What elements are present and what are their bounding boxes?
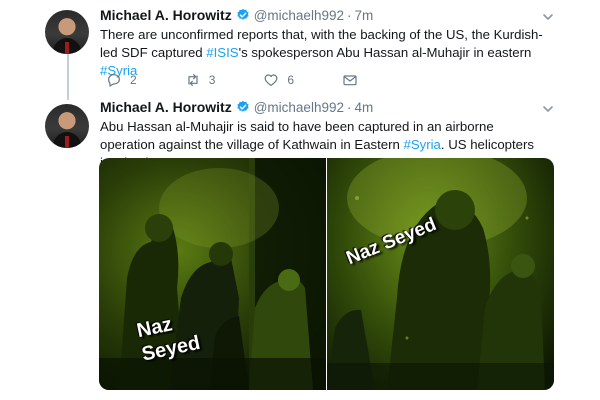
header-separator: ·	[346, 7, 352, 23]
reply-icon	[108, 74, 120, 87]
tweet-media-grid: Naz Seyed Naz Seyed	[99, 158, 554, 390]
night-vision-scene-left	[99, 158, 326, 390]
hashtag-link[interactable]: #ISIS	[206, 45, 238, 60]
like-button[interactable]: 6	[263, 72, 294, 88]
night-vision-scene-right	[327, 158, 554, 390]
like-count: 6	[287, 73, 295, 87]
verified-badge-icon	[237, 100, 249, 112]
tweet-1[interactable]: Michael A. Horowitz @michaelh992 · 7m Th…	[0, 0, 600, 100]
reply-button[interactable]: 2	[106, 72, 137, 88]
chevron-down-icon[interactable]	[542, 103, 554, 115]
header-separator: ·	[346, 99, 352, 115]
envelope-icon	[343, 75, 357, 86]
author-handle[interactable]: @michaelh992	[254, 8, 344, 23]
retweet-button[interactable]: 3	[185, 72, 216, 88]
avatar-tie	[65, 42, 69, 54]
avatar-tie	[65, 136, 69, 148]
tweet-2[interactable]: Michael A. Horowitz @michaelh992 · 4m Ab…	[0, 98, 600, 400]
night-vision-photo-right[interactable]: Naz Seyed	[327, 158, 554, 390]
tweet-header: Michael A. Horowitz @michaelh992 · 4m	[100, 98, 373, 116]
direct-message-button[interactable]	[342, 72, 358, 88]
hashtag-link[interactable]: #Syria	[404, 137, 441, 152]
retweet-count: 3	[208, 73, 216, 87]
tweet-text-segment: 's spokesperson Abu Hassan al-Muhajir in…	[238, 45, 532, 60]
heart-icon	[264, 74, 278, 86]
tweet-actions: 2 3 6	[106, 72, 406, 88]
author-handle[interactable]: @michaelh992	[254, 100, 344, 115]
tweet-timestamp[interactable]: 7m	[354, 8, 373, 23]
retweet-icon	[188, 74, 198, 86]
author-avatar[interactable]	[45, 10, 89, 54]
tweet-header: Michael A. Horowitz @michaelh992 · 7m	[100, 6, 373, 24]
author-name[interactable]: Michael A. Horowitz	[100, 7, 232, 23]
verified-badge-icon	[237, 8, 249, 20]
night-vision-photo-left[interactable]: Naz Seyed	[99, 158, 326, 390]
tweet-timestamp[interactable]: 4m	[354, 100, 373, 115]
chevron-down-icon[interactable]	[542, 11, 554, 23]
author-avatar[interactable]	[45, 104, 89, 148]
author-name[interactable]: Michael A. Horowitz	[100, 99, 232, 115]
reply-count: 2	[130, 73, 137, 87]
